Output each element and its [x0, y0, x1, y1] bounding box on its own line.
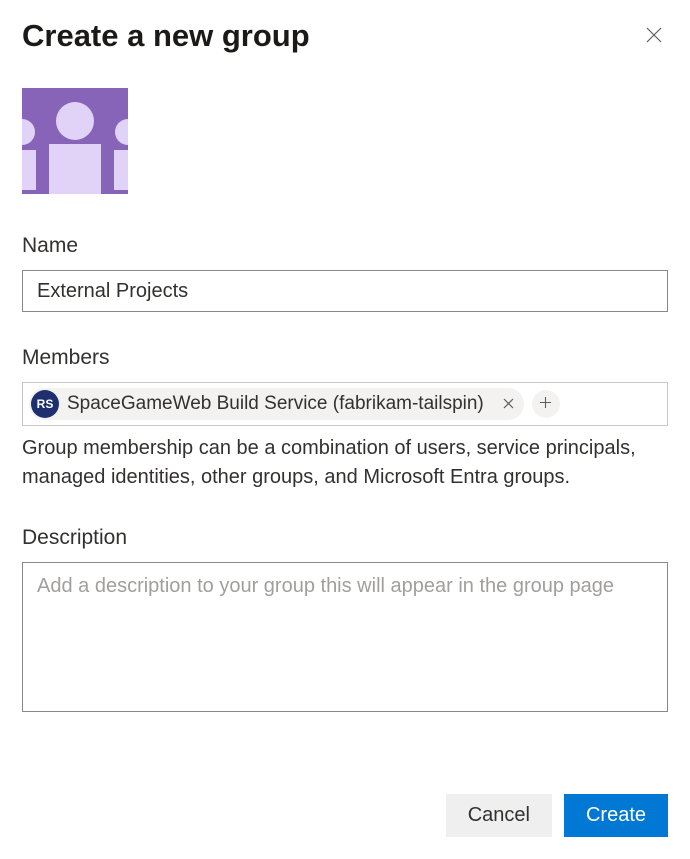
name-input[interactable]	[22, 270, 668, 312]
members-label: Members	[22, 346, 668, 370]
group-avatar-placeholder	[22, 88, 128, 194]
create-button[interactable]: Create	[564, 794, 668, 837]
close-icon	[503, 397, 514, 412]
add-member-button[interactable]	[532, 390, 560, 418]
members-input[interactable]: RS SpaceGameWeb Build Service (fabrikam-…	[22, 382, 668, 426]
close-button[interactable]	[640, 21, 668, 52]
name-label: Name	[22, 234, 668, 258]
member-chip-label: SpaceGameWeb Build Service (fabrikam-tai…	[67, 393, 488, 415]
remove-member-button[interactable]	[496, 391, 522, 417]
cancel-button[interactable]: Cancel	[446, 794, 552, 837]
plus-icon	[539, 396, 552, 412]
description-input[interactable]	[22, 562, 668, 712]
member-chip: RS SpaceGameWeb Build Service (fabrikam-…	[29, 388, 524, 420]
description-label: Description	[22, 526, 668, 550]
dialog-title: Create a new group	[22, 18, 310, 54]
avatar: RS	[31, 390, 59, 418]
close-icon	[646, 27, 662, 46]
members-help-text: Group membership can be a combination of…	[22, 434, 668, 492]
